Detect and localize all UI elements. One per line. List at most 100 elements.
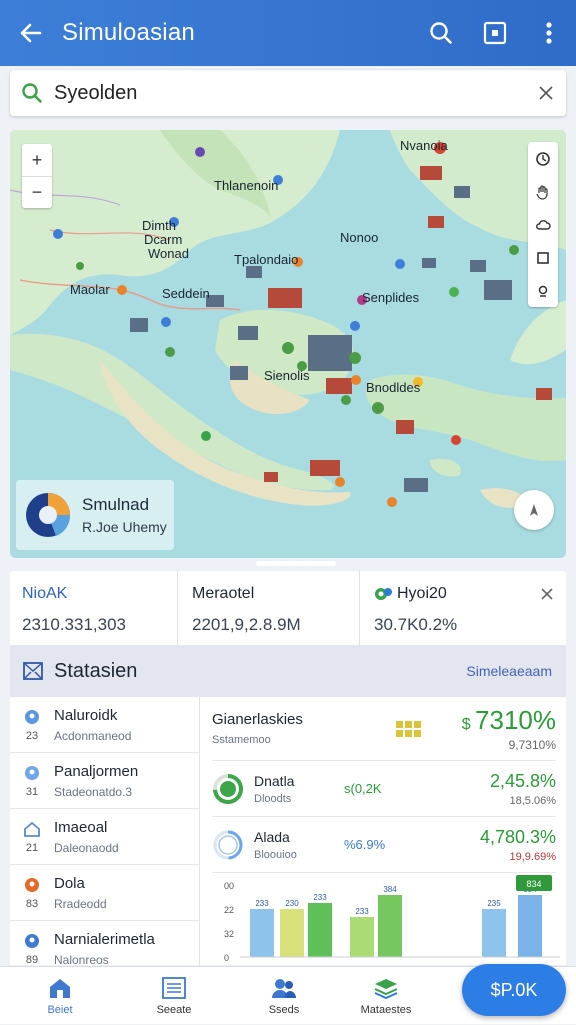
list-item-subtitle: Acdonmaneod	[54, 728, 132, 743]
pin-icon	[25, 709, 39, 724]
close-icon[interactable]	[540, 587, 554, 601]
search-button[interactable]	[414, 0, 468, 66]
list-item-subtitle: Stadeonatdo.3	[54, 784, 133, 799]
app-bar: Simuloasian	[0, 0, 576, 66]
progress-ring-icon	[213, 773, 243, 804]
list-item[interactable]: 21 Imaeoal Daleonaodd	[10, 809, 199, 865]
list-item-icon-wrap: 21	[10, 820, 54, 854]
chart-bar[interactable]	[378, 895, 402, 957]
clear-search-button[interactable]	[526, 85, 566, 101]
chart-badge-label: 834	[526, 879, 541, 889]
stat-item[interactable]: Hyoi20 30.7K0.2%	[360, 571, 566, 645]
section-header: Statasien Simeleaeaam	[10, 645, 566, 697]
list-item-title: Narnialerimetla	[54, 930, 155, 948]
metric-value: 4,780.3%	[479, 826, 556, 847]
metric-subvalue: 18,5.06%	[509, 794, 556, 807]
hand-icon	[536, 184, 548, 200]
frame-tool-button[interactable]	[528, 241, 558, 274]
nav-item-maps[interactable]: Mataestes	[338, 967, 434, 1025]
arrow-left-icon	[20, 23, 42, 43]
home-icon	[50, 979, 70, 998]
map-label: Sienolis	[264, 368, 310, 383]
metric-row[interactable]: Dnatla Dloodts s(0,2K 2,45.8% 18,5.06%	[212, 761, 556, 817]
list-item-title: Naluroidk	[54, 706, 118, 724]
list-item-count: 83	[25, 897, 39, 910]
metric-sub: Dloodts	[254, 792, 292, 805]
envelope-icon	[23, 662, 43, 680]
list-item-title: Panaljormen	[54, 762, 139, 780]
more-vert-icon	[546, 22, 552, 44]
detail-value: 7310%	[475, 705, 556, 735]
people-icon	[272, 979, 296, 998]
detail-header[interactable]: Gianerlaskies Sstamemoo $ 7310% 9,7310%	[212, 697, 556, 761]
nav-item-home[interactable]: Beiet	[12, 967, 108, 1025]
map-label: Senplides	[362, 290, 420, 305]
drag-handle[interactable]	[256, 561, 336, 566]
y-tick-label: 22	[224, 905, 234, 915]
map-tool-strip	[528, 142, 558, 307]
metric-sub: Bloouioo	[254, 848, 297, 861]
back-button[interactable]	[0, 0, 62, 66]
metric-name: Dnatla	[254, 772, 295, 789]
detail-title: Gianerlaskies	[212, 711, 303, 728]
square-frame-icon	[483, 21, 507, 45]
map-label: Thlanenoin	[214, 178, 279, 193]
more-button[interactable]	[522, 0, 576, 66]
pin-icon	[25, 765, 39, 780]
list-item[interactable]: 31 Panaljormen Stadeonatdo.3	[10, 753, 199, 809]
chart-bar[interactable]	[518, 895, 542, 957]
bar-value-label: 384	[383, 885, 397, 894]
search-input[interactable]: Syeolden	[54, 82, 526, 105]
layers-tool-button[interactable]	[528, 208, 558, 241]
list-item-count: 23	[25, 729, 39, 742]
map-view[interactable]: Nvanoia Thlanenoin Dimth Dcarm Wonad Tpa…	[10, 130, 566, 558]
bar-chart: 0022320233230233233384235834834	[224, 875, 560, 963]
hand-tool-button[interactable]	[528, 175, 558, 208]
chart-bar[interactable]	[250, 909, 274, 957]
metric-value: 2,45.8%	[489, 770, 556, 791]
stat-item[interactable]: Meraotel 2201,9,2.8.9M	[178, 571, 360, 645]
frame-button[interactable]	[468, 0, 522, 66]
list-item-icon-wrap: 83	[10, 876, 54, 910]
map-legend-card[interactable]: Smulnad R.Joe Uhemy	[16, 480, 174, 550]
zoom-out-button[interactable]: −	[22, 176, 52, 208]
location-tool-button[interactable]	[528, 274, 558, 307]
bar-value-label: 233	[355, 907, 369, 916]
nav-label: Mataestes	[360, 1004, 412, 1016]
nav-item-people[interactable]: Sseds	[236, 967, 332, 1025]
bar-value-label: 233	[255, 899, 269, 908]
list-item[interactable]: 23 Naluroidk Acdonmaneod	[10, 697, 199, 753]
metric-row[interactable]: Alada Bloouioo %6.9% 4,780.3% 19,9.69%	[212, 817, 556, 873]
search-bar[interactable]: Syeolden	[10, 70, 566, 116]
compass-tool-button[interactable]	[528, 142, 558, 175]
bar-value-label: 230	[285, 899, 299, 908]
zoom-control: + −	[22, 144, 52, 208]
map-label: Dcarm	[144, 232, 183, 247]
pin-icon	[25, 933, 39, 948]
stat-item[interactable]: NioAK 2310.331,303	[10, 571, 178, 645]
list-item[interactable]: 83 Dola Rradeodd	[10, 865, 199, 921]
list-item-subtitle: Nalonreos	[54, 952, 109, 967]
chart-bar[interactable]	[350, 917, 374, 957]
section-link[interactable]: Simeleaeaam	[466, 663, 552, 679]
metric-subvalue: 19,9.69%	[509, 850, 556, 863]
list-item-count: 89	[25, 953, 39, 966]
legend-subtitle: R.Joe Uhemy	[82, 519, 167, 535]
detail-subtitle: Sstamemoo	[212, 734, 271, 746]
chart-bar[interactable]	[308, 903, 332, 957]
cloud-icon	[536, 219, 551, 230]
zoom-in-button[interactable]: +	[22, 144, 52, 176]
nav-label: Seeate	[156, 1004, 192, 1016]
stat-value: 2201,9,2.8.9M	[192, 615, 301, 634]
stat-label: Meraotel	[192, 585, 255, 602]
map-label: Tpalondaio	[234, 252, 299, 267]
nav-label: Beiet	[47, 1004, 73, 1016]
search-icon	[430, 22, 452, 44]
stats-bar: NioAK 2310.331,303 Meraotel 2201,9,2.8.9…	[10, 571, 566, 645]
floating-action-button[interactable]: $P.0K	[462, 964, 566, 1016]
nav-item-list[interactable]: Seeate	[126, 967, 222, 1025]
compass-button[interactable]	[514, 490, 554, 530]
list-item-icon-wrap: 89	[10, 932, 54, 966]
chart-bar[interactable]	[482, 909, 506, 957]
chart-bar[interactable]	[280, 909, 304, 957]
